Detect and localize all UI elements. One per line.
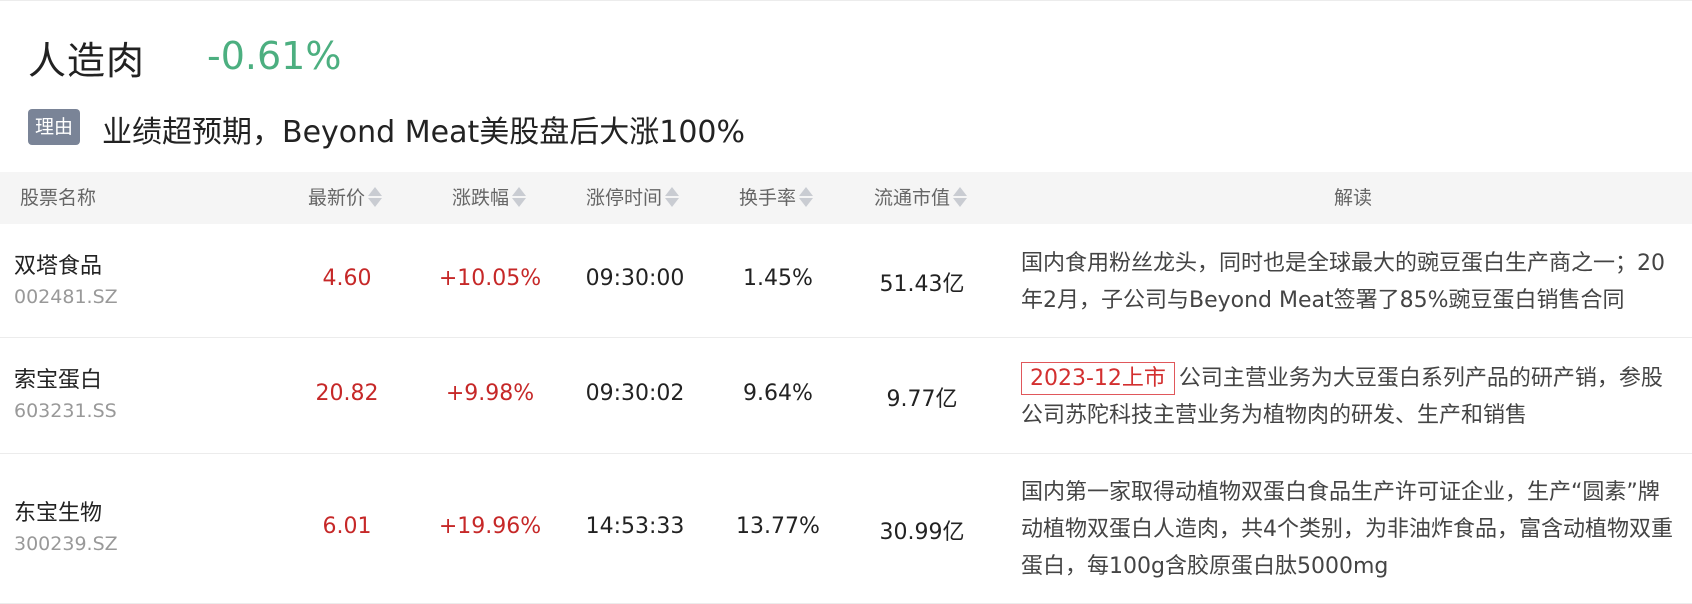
stock-name[interactable]: 索宝蛋白 (14, 362, 102, 394)
latest-price: 20.82 (315, 381, 379, 406)
column-header-label: 最新价 (308, 187, 366, 209)
stock-code: 603231.SS (14, 400, 117, 422)
reason-text: 业绩超预期，Beyond Meat美股盘后大涨100% (102, 115, 745, 150)
sector-title: 人造肉 (28, 39, 146, 83)
market-cap: 30.99亿 (879, 520, 965, 545)
sort-icon[interactable] (512, 186, 527, 208)
table-row[interactable]: 索宝蛋白 603231.SS 20.82 +9.98% 09:30:02 9.6… (0, 338, 1692, 454)
stock-name[interactable]: 东宝生物 (14, 495, 102, 527)
reason-badge: 理由 (28, 109, 80, 145)
stock-code: 002481.SZ (14, 286, 118, 308)
column-header-interpretation: 解读 (1334, 172, 1372, 224)
sector-change: -0.61% (207, 34, 342, 78)
column-header-label: 流通市值 (874, 187, 951, 209)
column-header-price[interactable]: 最新价 (308, 172, 383, 224)
turnover-rate: 1.45% (743, 266, 813, 291)
top-divider (0, 0, 1692, 1)
market-cap: 9.77亿 (886, 387, 958, 412)
column-header-turnover[interactable]: 换手率 (739, 172, 814, 224)
column-header-change[interactable]: 涨跌幅 (452, 172, 527, 224)
latest-price: 4.60 (322, 266, 372, 291)
column-header-market-cap[interactable]: 流通市值 (874, 172, 968, 224)
sort-icon[interactable] (799, 186, 814, 208)
sort-icon[interactable] (368, 186, 383, 208)
price-change: +10.05% (438, 266, 542, 291)
stock-name[interactable]: 双塔食品 (14, 248, 102, 280)
column-header-label: 换手率 (739, 187, 797, 209)
sort-icon[interactable] (953, 186, 968, 208)
listing-date-badge: 2023-12上市 (1021, 362, 1175, 395)
latest-price: 6.01 (322, 514, 372, 539)
column-header-label: 解读 (1334, 187, 1373, 209)
column-header-label: 涨停时间 (586, 187, 663, 209)
limit-up-time: 09:30:00 (585, 266, 685, 291)
table-row[interactable]: 双塔食品 002481.SZ 4.60 +10.05% 09:30:00 1.4… (0, 224, 1692, 338)
stock-code: 300239.SZ (14, 533, 118, 555)
turnover-rate: 13.77% (736, 514, 820, 539)
column-header-limit-time[interactable]: 涨停时间 (586, 172, 680, 224)
table-header: 股票名称 最新价 涨跌幅 涨停时间 换手率 流通市值 解读 (0, 172, 1692, 224)
market-cap: 51.43亿 (879, 272, 965, 297)
price-change: +19.96% (438, 514, 542, 539)
column-header-label: 涨跌幅 (452, 187, 510, 209)
turnover-rate: 9.64% (743, 381, 813, 406)
column-header-name: 股票名称 (20, 172, 96, 224)
column-header-label: 股票名称 (20, 187, 97, 209)
limit-up-time: 14:53:33 (585, 514, 685, 539)
price-change: +9.98% (445, 381, 535, 406)
interpretation: 国内食用粉丝龙头，同时也是全球最大的豌豆蛋白生产商之一；20年2月，子公司与Be… (1021, 251, 1665, 313)
interpretation: 2023-12上市 公司主营业务为大豆蛋白系列产品的研产销，参股公司苏陀科技主营业… (1021, 360, 1681, 434)
sort-icon[interactable] (665, 186, 680, 208)
table-row[interactable]: 东宝生物 300239.SZ 6.01 +19.96% 14:53:33 13.… (0, 454, 1692, 604)
limit-up-time: 09:30:02 (585, 381, 685, 406)
interpretation: 国内第一家取得动植物双蛋白食品生产许可证企业，生产“圆素”牌动植物双蛋白人造肉，… (1021, 480, 1673, 579)
